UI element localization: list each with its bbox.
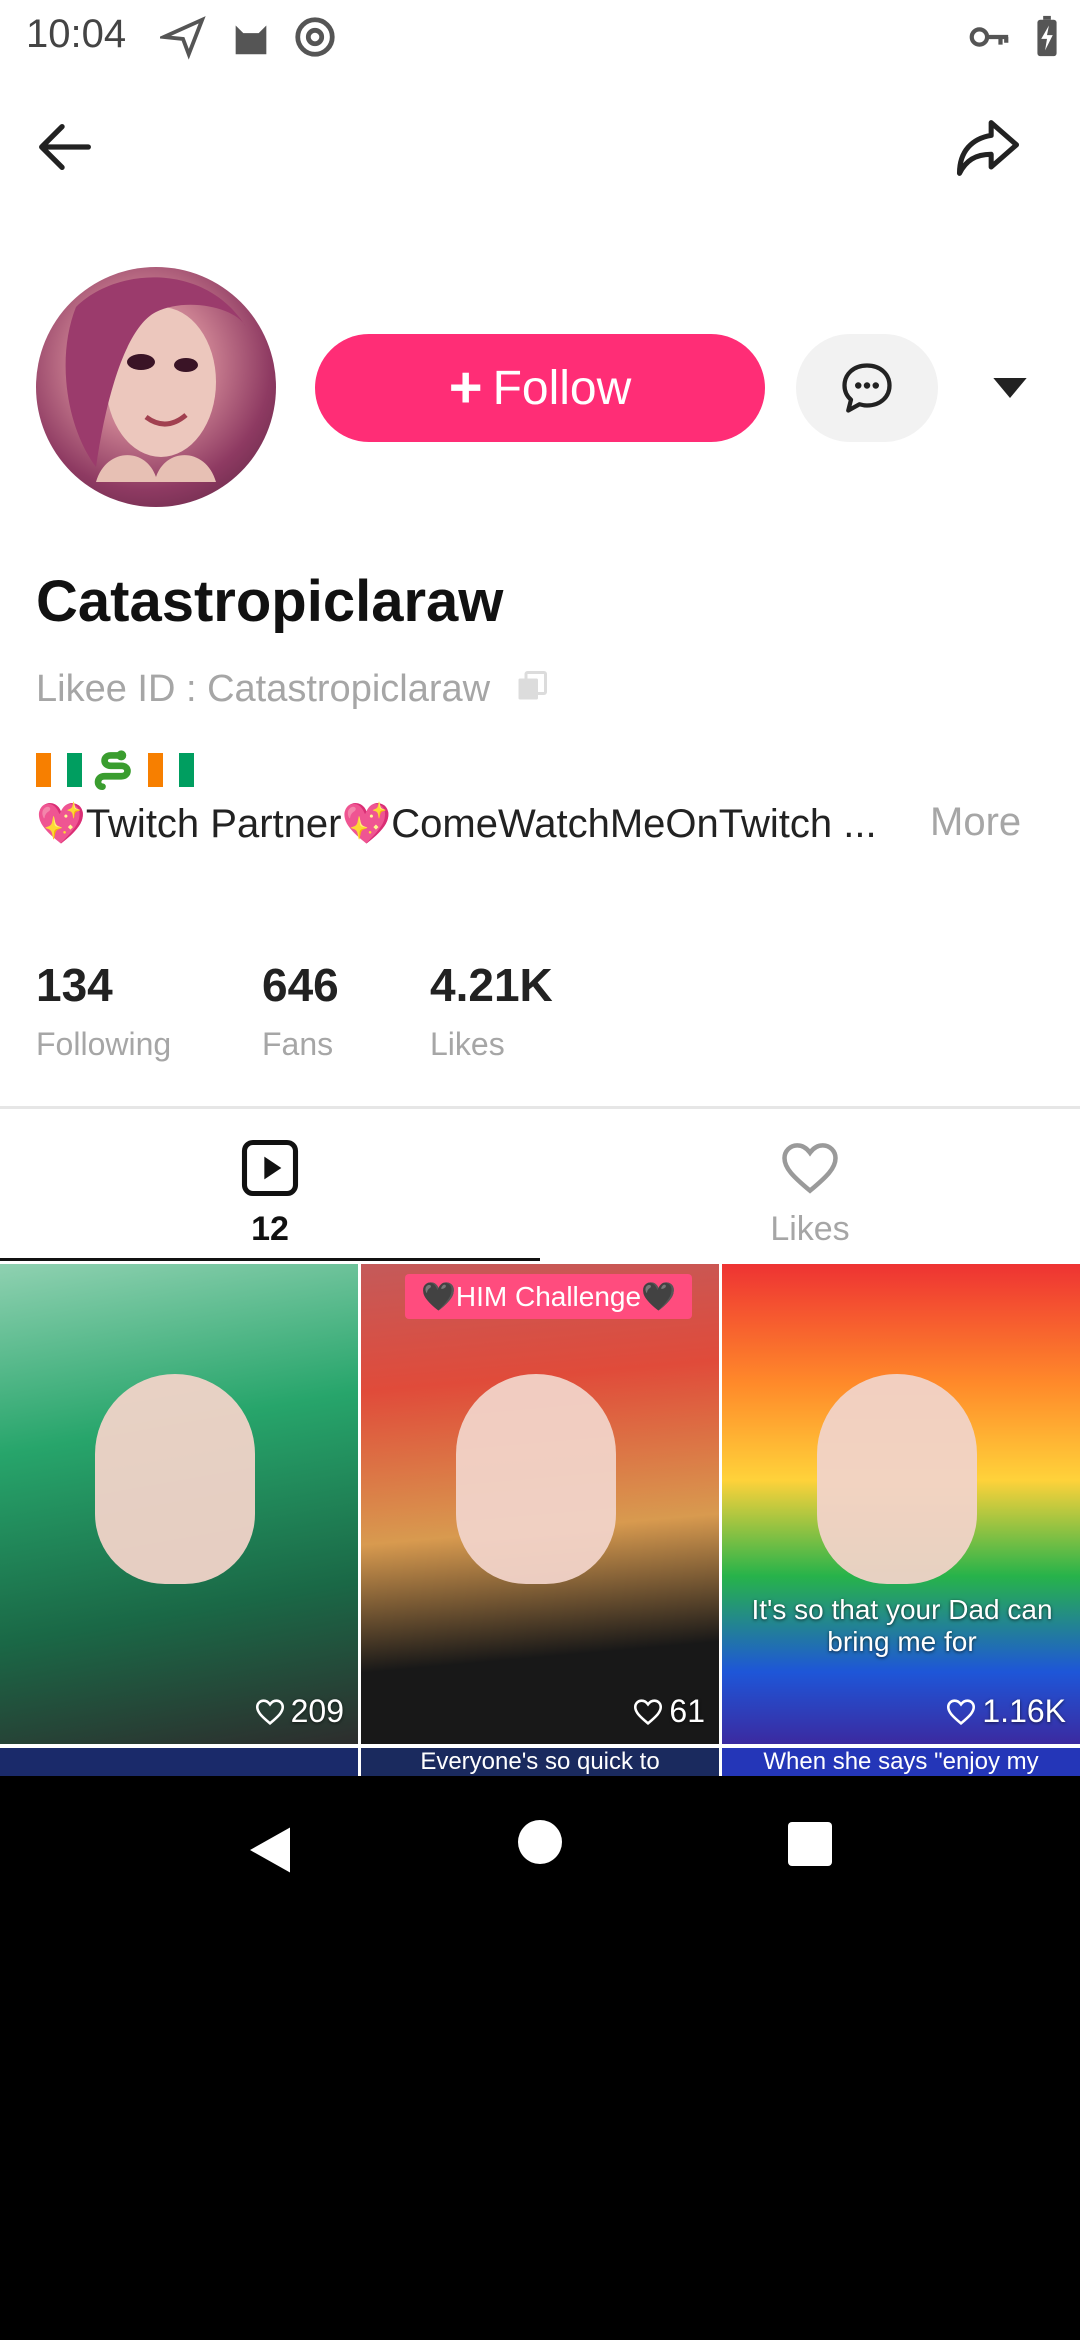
nav-recents-icon[interactable] [788,1822,832,1866]
send-icon [160,16,206,60]
plus-icon: + [448,355,483,420]
video-likes-count: 209 [290,1693,344,1729]
video-caption: Everyone's so quick to [420,1748,660,1775]
heart-outline-icon [634,1698,663,1725]
tab-likes[interactable]: Likes [540,1110,1080,1260]
section-divider [0,1106,1080,1109]
at-sign-icon [295,17,335,57]
sparkle-heart-icon: 💖 [36,802,86,846]
stat-label: Fans [262,1026,334,1062]
back-arrow-icon[interactable] [30,112,100,182]
battery-icon [1037,15,1057,57]
sparkle-heart-icon: 💖 [341,802,392,846]
status-bar: 10:04 [0,0,1080,72]
follow-label: Follow [492,361,632,415]
key-icon [969,27,1009,47]
video-likes: 1.16K [944,1693,1066,1730]
likee-id: Likee ID : Catastropiclaraw [36,668,491,710]
system-navigation-bar [0,1776,1080,1926]
heart-icon [782,1143,838,1194]
heart-outline-icon [947,1698,976,1725]
video-caption: When she says "enjoy my leftovers" but h… [763,1748,1039,1775]
nav-back-icon[interactable] [240,1820,300,1880]
chat-bubble-icon [842,363,892,413]
dropdown-arrow-icon[interactable] [990,370,1030,406]
heart-outline-icon [255,1698,284,1725]
stat-fans[interactable]: 646 Fans [262,958,339,1063]
bio-text: 💖Twitch Partner💖ComeWatchMeOnTwitch ... [36,800,877,847]
bio-more-link[interactable]: More [930,800,1021,845]
copy-icon[interactable] [514,668,550,704]
video-likes: 61 [631,1693,705,1730]
avatar-image [65,277,246,482]
status-time: 10:04 [26,12,127,56]
tab-videos[interactable]: 12 [0,1110,540,1260]
header [0,100,1080,190]
cat-icon [235,25,267,55]
stat-label: Likes [430,1026,505,1062]
video-icon [241,1139,299,1197]
video-thumbnail[interactable]: When she says "enjoy my leftovers" but h… [722,1748,1080,1776]
avatar[interactable] [36,267,276,507]
flag-ivory-coast-icon [36,753,82,787]
video-likes: 209 [253,1693,344,1730]
video-likes-count: 61 [669,1693,705,1729]
video-thumbnail[interactable]: Everyone's so quick to [361,1748,719,1776]
thumbnail-face [817,1374,977,1584]
bio-line-rest: ComeWatchMeOnTwitch ... [391,802,877,846]
bio-flags [36,745,194,795]
stat-likes[interactable]: 4.21K Likes [430,958,553,1063]
video-thumbnail[interactable]: 209 [0,1264,358,1744]
bio-line: Twitch Partner [85,802,342,846]
active-tab-indicator [0,1258,540,1261]
share-icon[interactable] [950,110,1026,186]
video-badge: 🖤HIM Challenge🖤 [405,1274,692,1319]
video-likes-count: 1.16K [982,1693,1066,1729]
video-thumbnail[interactable]: It's so that your Dad can bring me for 1… [722,1264,1080,1744]
stat-label: Following [36,1026,172,1062]
nav-home-icon[interactable] [518,1820,562,1864]
stat-value: 646 [262,959,339,1011]
profile-stats: 134 Following 646 Fans 4.21K Likes [0,958,1080,1068]
flag-ivory-coast-icon [148,753,194,787]
tab-videos-label: 12 [251,1210,289,1248]
tab-likes-label: Likes [770,1210,850,1248]
video-thumbnail[interactable] [0,1748,358,1776]
thumbnail-face [456,1374,616,1584]
thumbnail-face [95,1374,255,1584]
snake-icon [94,750,131,790]
profile-screen: 10:04 + Follow Catastropiclaraw Likee ID… [0,0,1080,1776]
message-button[interactable] [796,334,938,442]
follow-button[interactable]: + Follow [315,334,765,442]
video-caption: It's so that your Dad can bring me for [751,1594,1053,1657]
username: Catastropiclaraw [36,569,504,634]
video-grid: 209 🖤HIM Challenge🖤 61 It's so that your… [0,1264,1080,1776]
stat-following[interactable]: 134 Following [36,958,171,1063]
video-thumbnail[interactable]: 🖤HIM Challenge🖤 61 [361,1264,719,1744]
stat-value: 4.21K [430,959,553,1011]
stat-value: 134 [36,959,113,1011]
